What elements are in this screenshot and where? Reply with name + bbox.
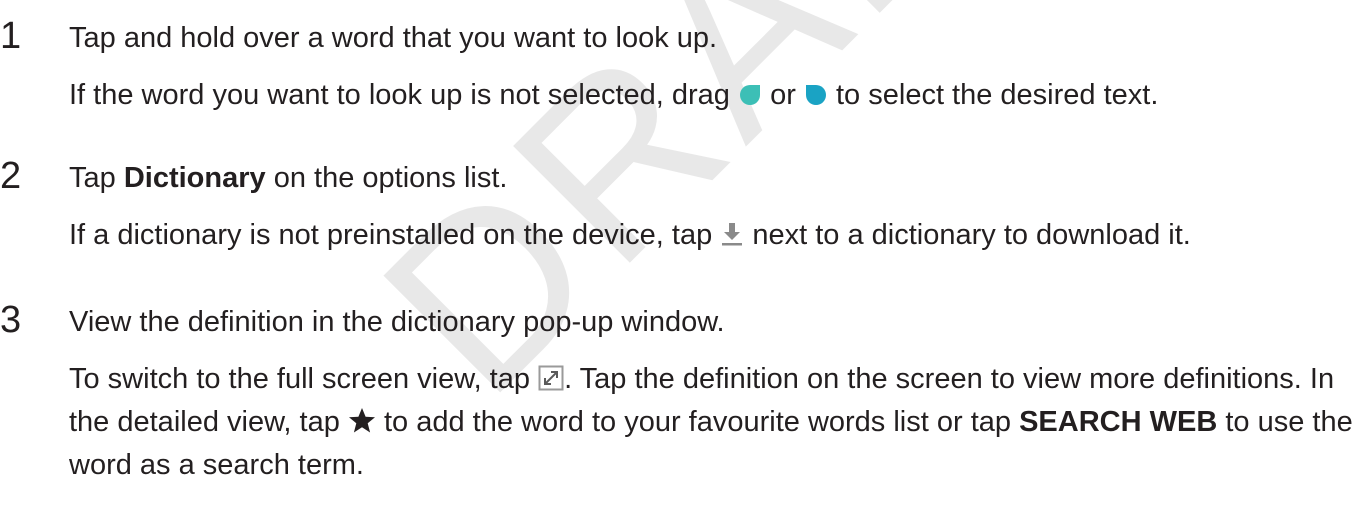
step-title: View the definition in the dictionary po… <box>69 306 725 338</box>
step-note: If the word you want to look up is not s… <box>69 75 1158 118</box>
note-text: To switch to the full screen view, tap <box>69 363 530 395</box>
step-note: To switch to the full screen view, tap .… <box>69 359 1359 485</box>
step-title: Tap Dictionary on the options list. <box>69 158 507 198</box>
note-text-or: or <box>770 79 796 111</box>
download-icon <box>720 218 744 258</box>
search-web-label: SEARCH WEB <box>1019 406 1218 438</box>
full-screen-icon <box>538 362 564 402</box>
note-text: to add the word to your favourite words … <box>383 406 1012 438</box>
note-text: If the word you want to look up is not s… <box>69 79 730 111</box>
step-title: Tap and hold over a word that you want t… <box>69 22 718 54</box>
step-number: 2 <box>0 155 22 197</box>
note-text: to select the desired text. <box>836 79 1159 111</box>
star-icon <box>348 405 376 445</box>
right-selection-handle-icon <box>804 78 828 118</box>
step-number: 1 <box>0 15 22 57</box>
title-text: Tap <box>69 162 116 194</box>
note-text: next to a dictionary to download it. <box>752 219 1191 251</box>
note-text: If a dictionary is not preinstalled on t… <box>69 219 713 251</box>
title-bold-text: Dictionary <box>123 162 266 194</box>
step-note: If a dictionary is not preinstalled on t… <box>69 215 1191 258</box>
title-text: on the options list. <box>273 162 508 194</box>
step-number: 3 <box>0 299 22 341</box>
left-selection-handle-icon <box>738 78 762 118</box>
